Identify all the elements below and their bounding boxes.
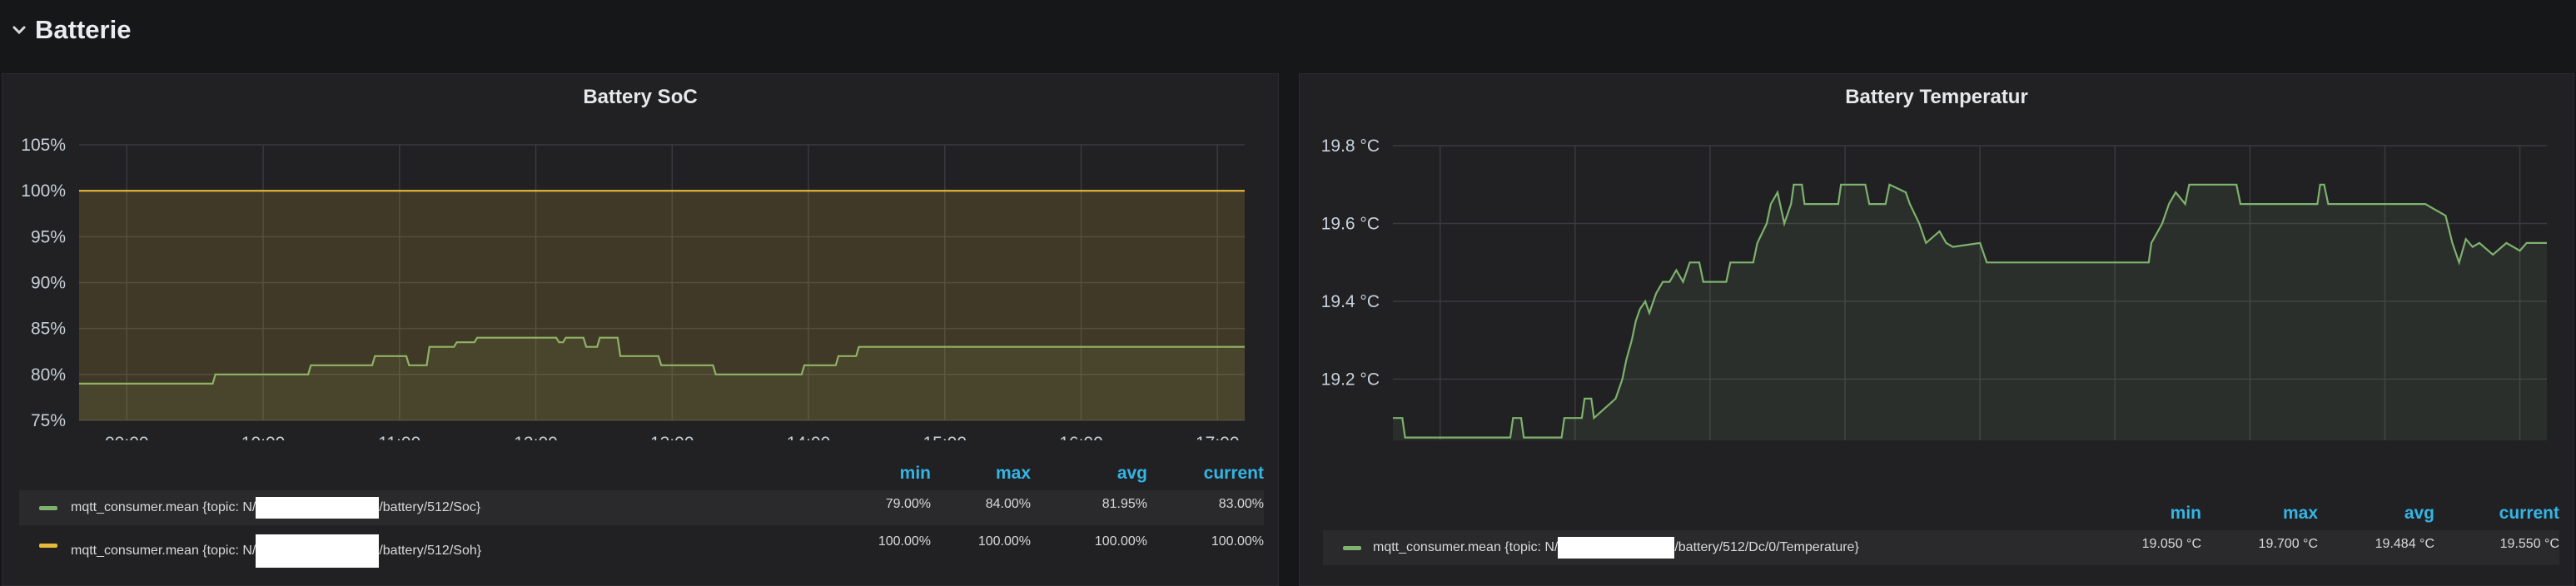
legend-header-max[interactable]: max [996,464,1031,484]
y-tick-label: 19.2 °C [1321,370,1380,390]
legend-value-max: 100.00% [977,534,1031,549]
series-area-1 [79,191,1245,420]
x-tick-label: 14:00 [787,434,831,440]
legend-value-current: 83.00% [1218,497,1264,511]
legend-row-soc[interactable]: mqtt_consumer.mean {topic: N//battery/51… [19,490,1264,525]
x-tick-label: 16:00 [1059,434,1103,440]
redacted-block [256,534,380,568]
panel-battery-temperatur: Battery Temperatur 19.0 °C19.2 °C19.4 °C… [1299,73,2574,586]
legend-swatch-yellow [39,544,57,548]
legend-value-avg: 100.00% [1094,534,1147,549]
legend-header-avg[interactable]: avg [1117,464,1147,484]
legend-header: min max avg current [19,464,1264,489]
row-header[interactable]: Batterie [0,0,2576,60]
x-tick-label: 15:00 [922,434,967,440]
legend-value-current: 19.550 °C [2499,537,2559,551]
legend-header: min max avg current [1323,504,2559,529]
legend-header-current[interactable]: current [1204,464,1264,484]
y-tick-label: 105% [21,136,66,155]
legend-swatch-green [1343,546,1361,550]
legend-value-avg: 81.95% [1102,497,1147,511]
legend-row-temperature[interactable]: mqtt_consumer.mean {topic: N//battery/51… [1323,530,2559,565]
legend-value-avg: 19.484 °C [2375,537,2434,551]
legend-header-max[interactable]: max [2283,504,2318,524]
legend-value-current: 100.00% [1211,534,1264,549]
y-tick-label: 100% [21,181,66,201]
battery-temperatur-chart[interactable]: 19.0 °C19.2 °C19.4 °C19.6 °C19.8 °C09:00… [1300,74,2575,440]
y-tick-label: 90% [31,274,66,293]
chevron-down-icon[interactable] [10,21,28,39]
y-tick-label: 19.8 °C [1321,137,1380,156]
legend-header-avg[interactable]: avg [2404,504,2434,524]
y-tick-label: 19.4 °C [1321,292,1380,311]
legend-header-min[interactable]: min [900,464,931,484]
row-title[interactable]: Batterie [35,15,131,45]
legend-value-min: 19.050 °C [2141,537,2201,551]
y-tick-label: 80% [31,365,66,385]
x-tick-label: 09:00 [105,434,149,440]
legend-value-min: 79.00% [885,497,931,511]
redacted-block [1558,537,1675,559]
y-tick-label: 19.6 °C [1321,215,1380,234]
legend-series-name[interactable]: mqtt_consumer.mean {topic: N//battery/51… [1373,537,1859,559]
legend-value-max: 84.00% [985,497,1031,511]
legend-value-min: 100.00% [878,534,931,549]
legend-row-soh[interactable]: mqtt_consumer.mean {topic: N//battery/51… [19,528,1264,568]
x-tick-label: 13:00 [650,434,694,440]
x-tick-label: 11:00 [378,434,420,440]
x-tick-label: 12:00 [514,434,558,440]
x-tick-label: 17:00 [1196,434,1240,440]
y-tick-label: 95% [31,227,66,246]
legend-series-name[interactable]: mqtt_consumer.mean {topic: N//battery/51… [71,497,480,519]
y-tick-label: 85% [31,320,66,339]
panel-battery-soc: Battery SoC 75%80%85%90%95%100%105%09:00… [2,73,1279,586]
legend-header-min[interactable]: min [2171,504,2201,524]
legend-series-name[interactable]: mqtt_consumer.mean {topic: N//battery/51… [71,534,481,568]
legend-swatch-green [39,506,57,510]
redacted-block [256,497,380,519]
legend-value-max: 19.700 °C [2258,537,2318,551]
battery-soc-chart[interactable]: 75% 80% 85% 90% 95% 100% 105% 09:00 10:00 11:00 12… [2,74,1280,440]
y-tick-label: 75% [31,411,66,430]
x-tick-label: 10:00 [241,434,286,440]
legend-header-current[interactable]: current [2499,504,2559,524]
